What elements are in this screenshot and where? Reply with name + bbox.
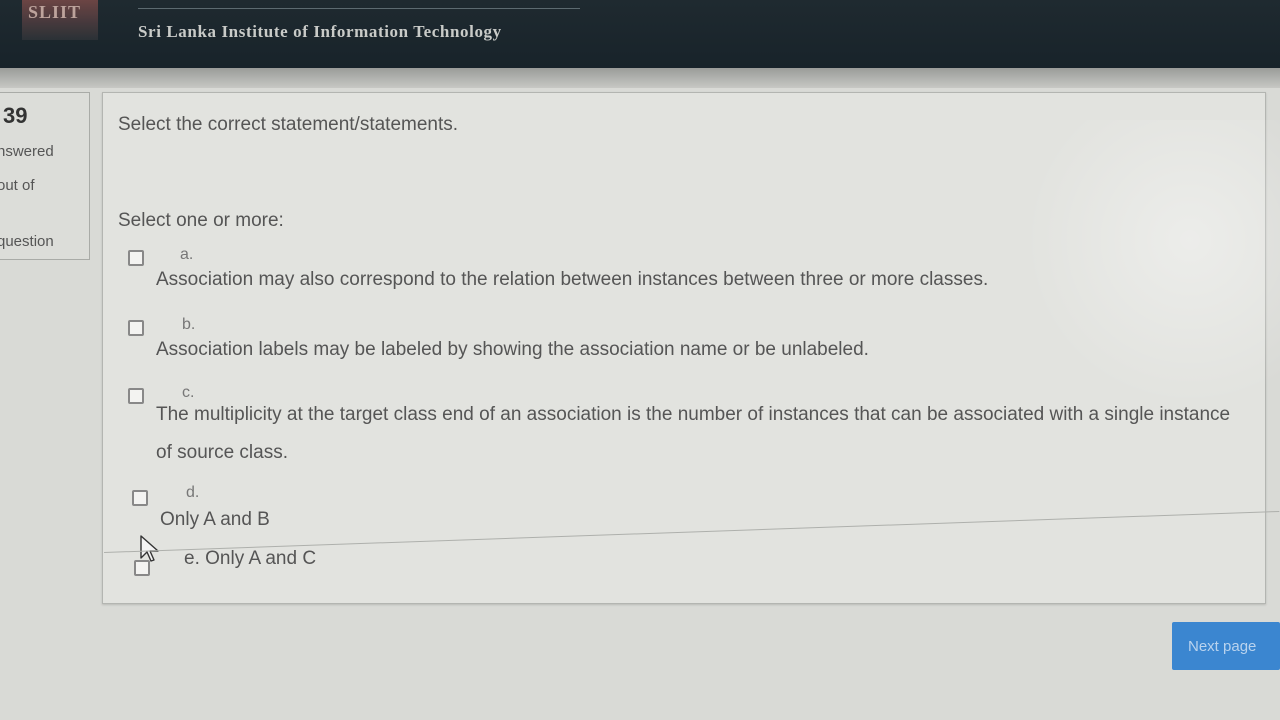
option-d-text[interactable]: Only A and B [160,500,1240,540]
question-marks: out of [0,177,35,194]
option-a-checkbox[interactable] [128,250,144,266]
next-page-button[interactable]: Next page [1172,622,1280,670]
sliit-logo[interactable]: SLIIT [22,0,98,40]
option-c-checkbox[interactable] [128,388,144,404]
option-e-letter: e. [184,548,200,569]
logo-text: SLIIT [28,2,82,22]
option-e-label[interactable]: e. Only A and C [184,548,316,570]
option-b-checkbox[interactable] [128,320,144,336]
flag-question-link[interactable]: question [0,233,54,250]
option-e-text: Only A and C [205,548,317,569]
header-divider [138,8,580,9]
answer-prompt: Select one or more: [118,210,284,231]
site-header: SLIIT Sri Lanka Institute of Information… [0,0,1280,68]
question-info-box: 39 nswered out of question [0,92,90,260]
option-c-text[interactable]: The multiplicity at the target class end… [156,396,1236,472]
question-status: nswered [0,143,54,160]
option-d-checkbox[interactable] [132,490,148,506]
option-a-text[interactable]: Association may also correspond to the r… [156,260,1236,300]
question-number: 39 [3,103,28,128]
question-text: Select the correct statement/statements. [118,114,459,135]
header-shadow [0,68,1280,88]
option-b-text[interactable]: Association labels may be labeled by sho… [156,330,1236,370]
institution-name: Sri Lanka Institute of Information Techn… [138,22,502,41]
mouse-cursor-icon [140,535,159,562]
